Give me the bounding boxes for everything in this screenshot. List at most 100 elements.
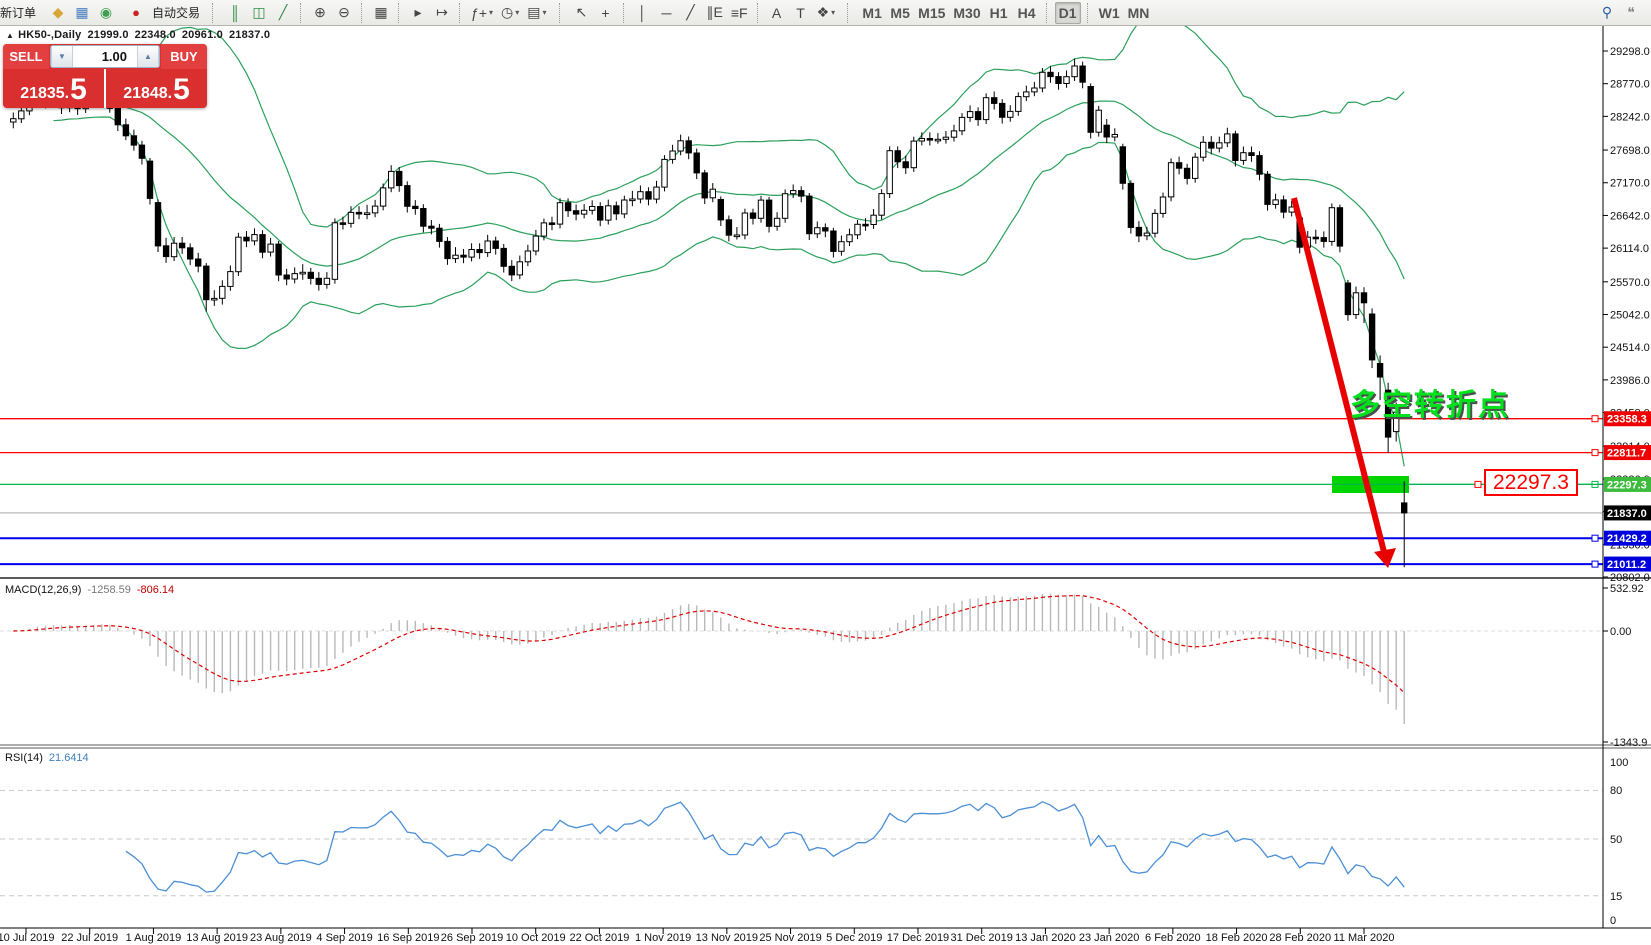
date-axis-label: 10 Jul 2019 — [0, 932, 54, 944]
macd-value: -1258.59 — [87, 584, 130, 596]
macd-signal-value: -806.14 — [137, 584, 174, 596]
symbol-period-label: HK50-,Daily — [18, 29, 81, 41]
timeframe-w1[interactable]: W1 — [1096, 2, 1123, 24]
date-axis-label: 16 Sep 2019 — [377, 932, 439, 944]
chat-icon[interactable]: ❝ — [1620, 2, 1642, 24]
rsi-label: RSI(14)21.6414 — [5, 752, 89, 764]
close-value: 21837.0 — [229, 29, 270, 41]
strategy-tester-icon[interactable]: ▦ — [71, 2, 93, 24]
zoom-out-icon[interactable]: ⊖ — [333, 2, 355, 24]
cursor-icon[interactable]: ↖ — [571, 2, 593, 24]
volume-increase-button[interactable]: ▲ — [137, 46, 159, 67]
date-axis-label: 17 Dec 2019 — [887, 932, 949, 944]
rsi-axis-label: 0 — [1610, 915, 1616, 927]
text-icon[interactable]: A — [766, 2, 788, 24]
new-order-button[interactable]: 新订单 — [0, 2, 39, 24]
macd-name: MACD(12,26,9) — [5, 584, 81, 596]
timeframe-m5[interactable]: M5 — [887, 2, 913, 24]
autotrading-button[interactable]: 自动交易 — [149, 2, 203, 24]
text-label-icon[interactable]: T — [790, 2, 812, 24]
svg-text:22811.7: 22811.7 — [1607, 448, 1646, 460]
indicators-icon[interactable]: ƒ+▾ — [468, 2, 496, 24]
templates-icon[interactable]: ▤▾ — [524, 2, 549, 24]
toolbar-separator — [847, 3, 852, 23]
price-axis-label: 28242.0 — [1610, 111, 1650, 123]
sell-button[interactable]: SELL — [3, 44, 49, 69]
date-axis-label: 5 Dec 2019 — [826, 932, 882, 944]
date-axis-label: 1 Nov 2019 — [635, 932, 691, 944]
auto-scroll-icon[interactable]: ▸ — [407, 2, 429, 24]
open-value: 21999.0 — [87, 29, 128, 41]
buy-price[interactable]: 21848. 5 — [106, 69, 207, 108]
dropdown-caret-icon[interactable]: ▾ — [831, 8, 835, 17]
buy-button[interactable]: BUY — [161, 44, 207, 69]
line-chart-icon[interactable]: ╱ — [272, 2, 294, 24]
level-handle[interactable] — [1592, 561, 1598, 567]
timeframe-m15[interactable]: M15 — [915, 2, 948, 24]
level-handle[interactable] — [1592, 450, 1598, 456]
toolbar-separator — [459, 3, 464, 23]
chart-shift-icon[interactable]: ↦ — [431, 2, 453, 24]
date-axis-label: 13 Aug 2019 — [186, 932, 248, 944]
callout-handle[interactable] — [1475, 481, 1481, 487]
price-callout-label[interactable]: 22297.3 — [1484, 469, 1578, 496]
turning-point-annotation: 多空转折点 — [1350, 380, 1510, 424]
date-axis-label: 1 Aug 2019 — [126, 932, 182, 944]
rsi-axis-label: 100 — [1610, 757, 1628, 769]
channel-icon[interactable]: ∥E — [704, 2, 726, 24]
sell-price-main: 21835. — [20, 84, 69, 104]
arrows-icon[interactable]: ❖▾ — [814, 2, 839, 24]
fibonacci-icon[interactable]: ≡F — [728, 2, 751, 24]
dropdown-caret-icon[interactable]: ▾ — [489, 8, 493, 17]
timeframe-m1[interactable]: M1 — [859, 2, 885, 24]
periods-icon[interactable]: ◷▾ — [498, 2, 522, 24]
dropdown-caret-icon[interactable]: ▾ — [542, 8, 546, 17]
timeframe-d1[interactable]: D1 — [1055, 2, 1081, 24]
volume-control: ▼ 1.00 ▲ — [50, 45, 160, 68]
price-chart[interactable]: 29298.028770.028242.027698.027170.026642… — [0, 0, 1651, 945]
timeframe-h4[interactable]: H4 — [1014, 2, 1040, 24]
crosshair-icon[interactable]: + — [595, 2, 617, 24]
level-handle[interactable] — [1592, 416, 1598, 422]
toolbar-separator — [212, 3, 217, 23]
zoom-in-icon[interactable]: ⊕ — [309, 2, 331, 24]
price-axis-label: 26114.0 — [1610, 243, 1649, 255]
toolbar-separator — [1046, 3, 1051, 23]
sell-price[interactable]: 21835. 5 — [3, 69, 106, 108]
price-axis-label: 25042.0 — [1610, 309, 1650, 321]
date-axis-label: 23 Aug 2019 — [250, 932, 312, 944]
collapse-arrow-icon[interactable]: ▲ — [6, 31, 14, 40]
sell-price-pips: 5 — [70, 76, 87, 104]
volume-decrease-button[interactable]: ▼ — [51, 46, 73, 67]
bar-chart-icon[interactable]: ║ — [224, 2, 246, 24]
level-handle[interactable] — [1592, 535, 1598, 541]
horizontal-line-icon[interactable]: ─ — [656, 2, 678, 24]
rsi-axis-label: 80 — [1610, 785, 1622, 797]
rsi-value: 21.6414 — [49, 752, 89, 764]
vertical-line-icon[interactable]: │ — [632, 2, 654, 24]
tile-windows-icon[interactable]: ▦ — [370, 2, 392, 24]
metaeditor-icon[interactable]: ◆ — [47, 2, 69, 24]
price-tag-22297.3: 22297.3 — [1604, 477, 1651, 492]
price-axis-label: 29298.0 — [1610, 46, 1650, 58]
chart-title: ▲ HK50-,Daily 21999.0 22348.0 20961.0 21837.0 — [6, 29, 276, 41]
timeframe-h1[interactable]: H1 — [986, 2, 1012, 24]
svg-text:21011.2: 21011.2 — [1607, 559, 1646, 571]
low-value: 20961.0 — [182, 29, 223, 41]
dropdown-caret-icon[interactable]: ▾ — [515, 8, 519, 17]
volume-input[interactable]: 1.00 — [73, 46, 137, 67]
search-icon[interactable]: ⚲ — [1596, 2, 1618, 24]
date-axis-label: 31 Dec 2019 — [951, 932, 1013, 944]
candlestick-chart-icon[interactable]: ◫ — [248, 2, 270, 24]
trendline-icon[interactable]: ╱ — [680, 2, 702, 24]
high-value: 22348.0 — [135, 29, 176, 41]
rsi-axis-label: 50 — [1610, 834, 1622, 846]
timeframe-m30[interactable]: M30 — [950, 2, 983, 24]
price-axis-label: 23986.0 — [1610, 375, 1650, 387]
svg-text:23358.3: 23358.3 — [1607, 414, 1647, 426]
one-click-trading-panel: SELL ▼ 1.00 ▲ BUY 21835. 5 21848. 5 — [3, 44, 207, 108]
signals-icon[interactable]: ◉ — [95, 2, 117, 24]
toolbar-separator — [757, 3, 762, 23]
timeframe-mn[interactable]: MN — [1125, 2, 1153, 24]
date-axis-label: 23 Jan 2020 — [1079, 932, 1140, 944]
